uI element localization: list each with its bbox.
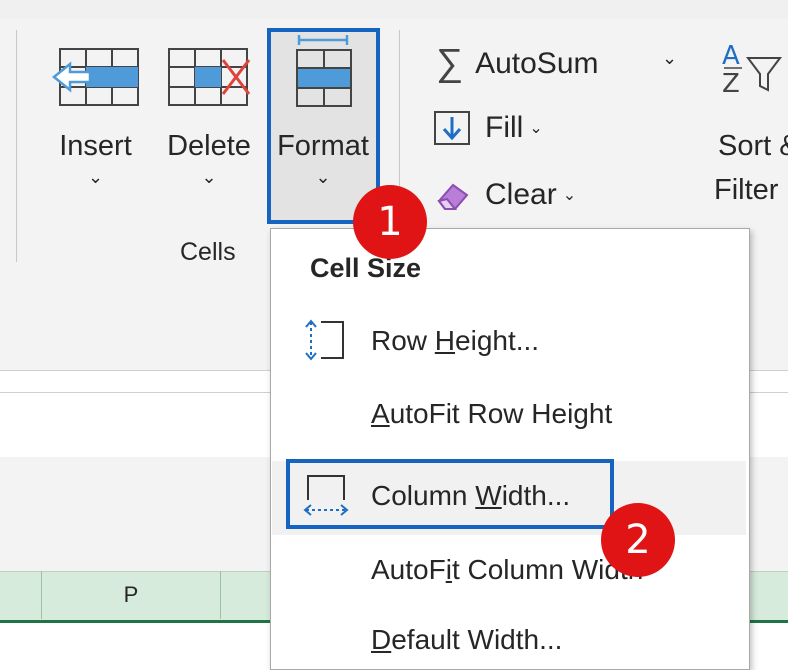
- sort-filter-icon: A Z: [722, 41, 782, 99]
- cell-size-heading: Cell Size: [310, 253, 422, 283]
- delete-button[interactable]: Delete ⌄: [163, 46, 255, 188]
- menu-item-accesskey: H: [434, 325, 456, 356]
- format-button[interactable]: Format ⌄: [270, 34, 376, 188]
- menu-item-default-width[interactable]: Default Width...: [371, 624, 562, 656]
- clear-label: Clear: [485, 178, 557, 211]
- chevron-down-icon: ⌄: [315, 167, 331, 187]
- sigma-icon: ∑: [436, 42, 464, 84]
- menu-item-autofit-column-width[interactable]: AutoFit Column Width: [371, 554, 643, 586]
- insert-cells-icon: [51, 48, 139, 106]
- menu-item-text: Row: [371, 325, 435, 356]
- format-cells-icon: [296, 35, 352, 107]
- column-separator: [220, 571, 221, 619]
- delete-label: Delete: [167, 130, 251, 162]
- sort-label-line2: Filter: [714, 174, 779, 206]
- column-header-p[interactable]: P: [42, 571, 220, 619]
- chevron-down-icon: ⌄: [87, 167, 104, 187]
- fill-down-icon: [434, 111, 470, 145]
- column-width-highlight-box: [286, 459, 614, 529]
- eraser-icon: [437, 183, 469, 210]
- menu-item-accesskey: A: [371, 398, 390, 429]
- menu-item-text: utoFit Row Height: [389, 398, 613, 429]
- menu-item-text: eight...: [455, 325, 540, 356]
- menu-item-text: efault Width...: [391, 624, 563, 655]
- menu-item-accesskey: D: [371, 624, 392, 655]
- insert-label: Insert: [59, 130, 132, 162]
- svg-text:A: A: [722, 41, 740, 71]
- menu-item-autofit-row-height[interactable]: AutoFit Row Height: [371, 398, 612, 430]
- ribbon-separator: [16, 30, 17, 262]
- cells-group-label: Cells: [180, 238, 236, 266]
- chevron-down-icon: ⌄: [201, 167, 217, 187]
- autosum-button[interactable]: ∑ AutoSum: [436, 42, 599, 85]
- step-1-badge: 1: [353, 185, 427, 259]
- fill-button[interactable]: Fill ⌄: [433, 110, 543, 146]
- menu-item-row-height[interactable]: Row Height...: [371, 325, 539, 357]
- sort-label-line1: Sort &: [718, 130, 788, 162]
- sort-filter-button[interactable]: A Z Sort & Filter: [712, 40, 788, 210]
- clear-button[interactable]: Clear ⌄: [433, 177, 576, 213]
- autosum-label: AutoSum: [475, 46, 599, 80]
- step-2-badge: 2: [601, 503, 675, 577]
- insert-button[interactable]: Insert ⌄: [48, 46, 143, 188]
- fill-label: Fill: [485, 111, 524, 144]
- ribbon-top-strip: [0, 0, 788, 18]
- chevron-down-icon: ⌄: [562, 187, 577, 204]
- format-label: Format: [277, 130, 369, 162]
- menu-item-text: AutoF: [371, 554, 446, 585]
- svg-text:Z: Z: [722, 69, 740, 99]
- autosum-dropdown-icon[interactable]: ⌄: [662, 48, 677, 69]
- format-dropdown-menu: [270, 228, 750, 670]
- delete-cells-icon: [168, 48, 251, 106]
- row-height-icon: [305, 319, 344, 361]
- chevron-down-icon: ⌄: [529, 120, 543, 137]
